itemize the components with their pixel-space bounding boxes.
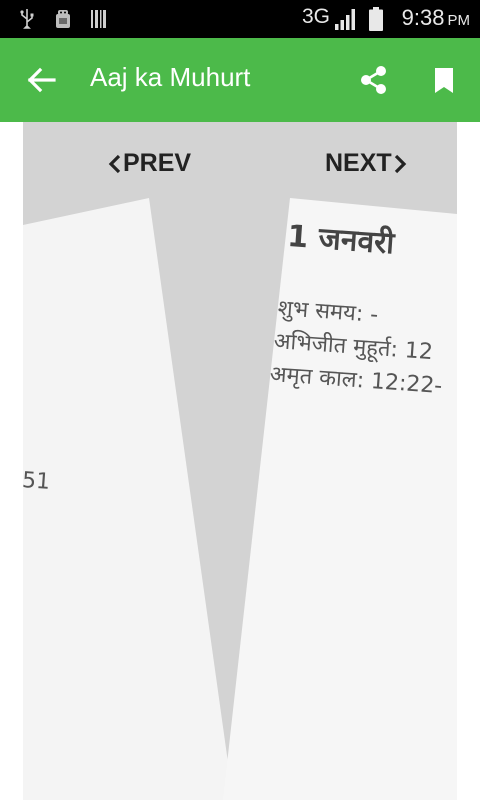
page-date: 1 जनवरी — [286, 218, 396, 262]
prev-label: PREV — [123, 149, 192, 177]
clock-time: 9:38 — [401, 5, 445, 30]
book-view[interactable]: 51 1 जनवरी शुभ समय: - अभिजीत मुहूर्त: 12… — [23, 122, 457, 800]
clock: 9:38 PM — [402, 5, 470, 31]
bookmark-button[interactable] — [424, 60, 464, 100]
back-button[interactable] — [22, 60, 62, 100]
signal-icon — [335, 9, 355, 30]
app-bar: Aaj ka Muhurt — [0, 38, 480, 122]
share-button[interactable] — [354, 60, 394, 100]
bookmark-icon — [435, 68, 453, 93]
chevron-left-icon — [108, 154, 121, 173]
next-button[interactable]: NEXT — [325, 149, 408, 178]
left-page-text: 51 — [23, 468, 51, 495]
network-type: 3G — [302, 5, 331, 28]
chevron-right-icon — [394, 154, 406, 173]
back-arrow-icon — [27, 67, 56, 93]
battery-icon — [369, 7, 383, 31]
clock-ampm: PM — [447, 12, 471, 29]
barcode-icon — [91, 10, 106, 28]
app-title: Aaj ka Muhurt — [90, 62, 251, 92]
status-bar: 3G 9:38 PM — [0, 0, 480, 38]
prev-button[interactable]: PREV — [107, 149, 191, 178]
next-label: NEXT — [325, 149, 392, 177]
muhurt-viewer: 51 1 जनवरी शुभ समय: - अभिजीत मुहूर्त: 12… — [0, 122, 480, 800]
android-debug-icon — [56, 10, 70, 28]
shubh-samay-line: शुभ समय: - — [276, 295, 380, 328]
share-icon — [361, 66, 386, 94]
usb-icon — [20, 9, 34, 29]
